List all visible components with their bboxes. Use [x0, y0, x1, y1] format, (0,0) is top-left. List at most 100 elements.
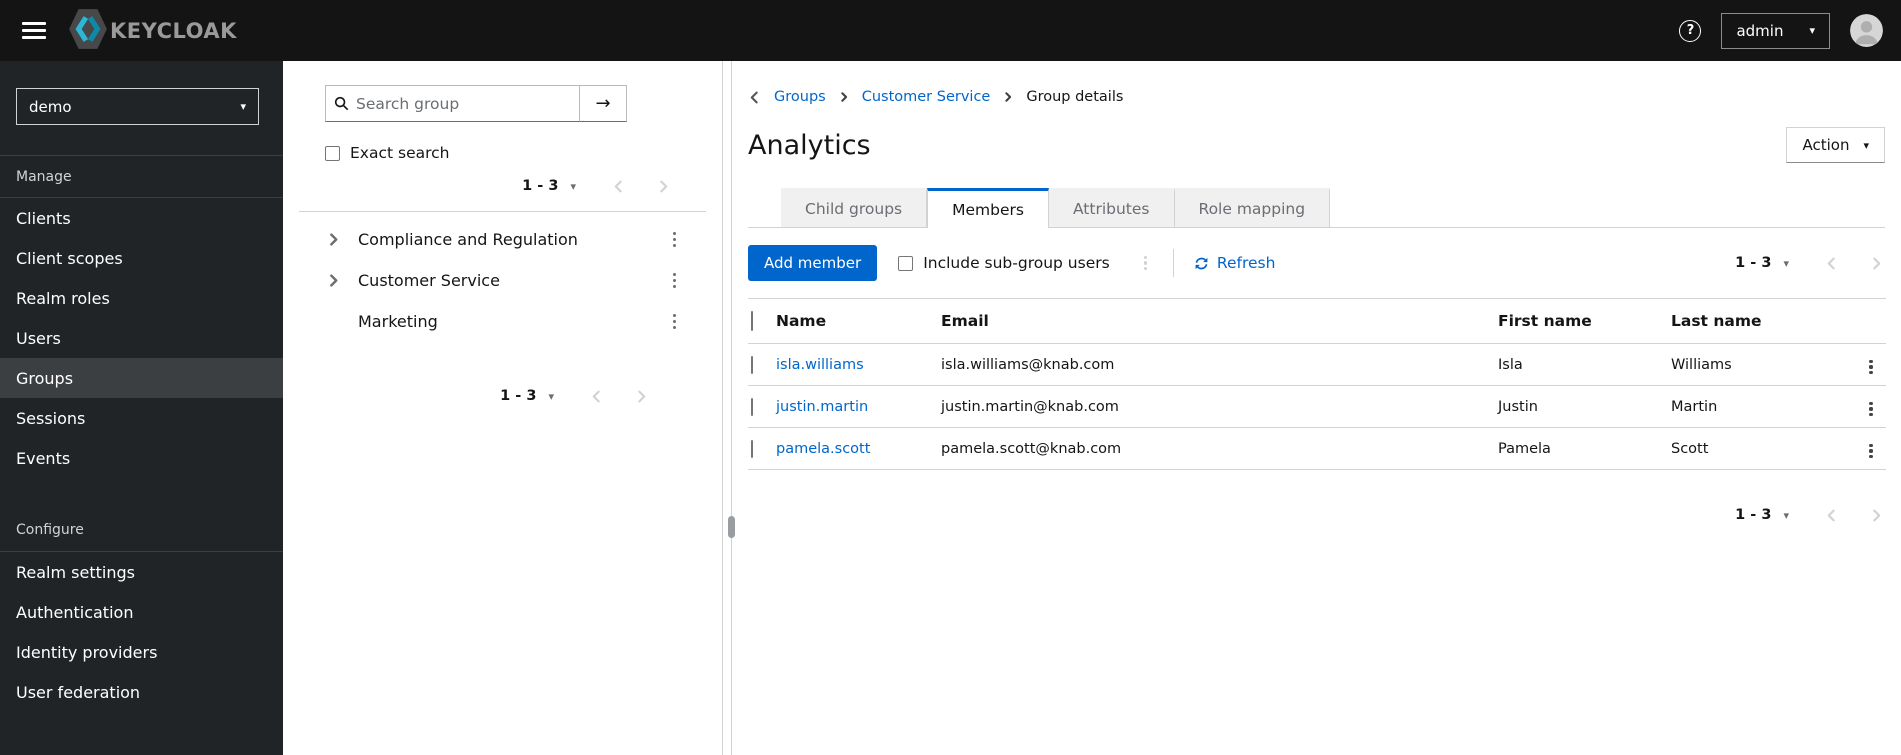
- sidebar-item-user-federation[interactable]: User federation: [0, 672, 283, 712]
- table-row: isla.williams isla.williams@knab.com Isl…: [748, 343, 1886, 386]
- kebab-menu-icon[interactable]: [667, 228, 682, 251]
- row-kebab-menu-icon[interactable]: [1863, 398, 1878, 421]
- row-checkbox[interactable]: [751, 397, 753, 416]
- nav-section-manage: Manage: [0, 155, 283, 198]
- group-search-input[interactable]: [356, 94, 571, 113]
- tree-divider: [299, 211, 706, 212]
- pagination-range: 1 - 3: [1735, 507, 1772, 523]
- breadcrumb-customer-service-link[interactable]: Customer Service: [862, 89, 991, 105]
- pagination-next-button[interactable]: [1870, 509, 1883, 522]
- column-header-last-name: Last name: [1671, 298, 1856, 344]
- pagination-range: 1 - 3: [500, 388, 537, 404]
- sidebar-item-label: Authentication: [16, 602, 134, 622]
- caret-down-icon: ▾: [240, 100, 246, 113]
- sidebar-item-clients[interactable]: Clients: [0, 198, 283, 238]
- exact-search: Exact search: [325, 144, 722, 162]
- tab-role-mapping[interactable]: Role mapping: [1174, 188, 1331, 227]
- pagination-prev-button[interactable]: [590, 390, 603, 403]
- member-email: justin.martin@knab.com: [941, 385, 1498, 428]
- member-name-link[interactable]: pamela.scott: [776, 441, 870, 457]
- keycloak-logo: KEYCLOAK: [68, 7, 237, 55]
- brand-text: KEYCLOAK: [110, 18, 237, 43]
- refresh-button[interactable]: Refresh: [1194, 254, 1275, 272]
- panel-resizer: [723, 61, 740, 755]
- panel-resize-handle[interactable]: [728, 516, 735, 538]
- group-search: →: [325, 85, 627, 122]
- group-label[interactable]: Compliance and Regulation: [358, 230, 578, 249]
- breadcrumb: Groups Customer Service Group details: [748, 89, 1885, 105]
- pagination-options-toggle[interactable]: ▾: [1783, 509, 1789, 522]
- chevron-right-icon: [839, 92, 849, 102]
- caret-down-icon: ▾: [1809, 24, 1815, 37]
- refresh-icon: [1194, 256, 1209, 271]
- group-label[interactable]: Marketing: [358, 312, 438, 331]
- tab-members[interactable]: Members: [927, 188, 1049, 228]
- row-kebab-menu-icon[interactable]: [1863, 356, 1878, 379]
- row-checkbox[interactable]: [751, 355, 753, 374]
- question-mark: ?: [1686, 23, 1695, 38]
- exact-search-checkbox[interactable]: [325, 145, 340, 161]
- include-subgroups-label: Include sub-group users: [923, 254, 1110, 272]
- pagination-range: 1 - 3: [522, 178, 559, 194]
- tab-label: Members: [952, 200, 1024, 219]
- tab-child-groups[interactable]: Child groups: [781, 188, 928, 227]
- breadcrumb-back-icon[interactable]: [748, 91, 761, 104]
- members-toolbar: Add member Include sub-group users Refre…: [748, 228, 1885, 298]
- sidebar-item-identity-providers[interactable]: Identity providers: [0, 632, 283, 672]
- chevron-right-icon[interactable]: [327, 274, 341, 287]
- kebab-menu-icon[interactable]: [667, 310, 682, 333]
- tab-attributes[interactable]: Attributes: [1048, 188, 1175, 227]
- avatar[interactable]: [1850, 14, 1883, 47]
- group-tree-item[interactable]: Customer Service: [283, 260, 722, 301]
- sidebar-item-label: Clients: [16, 208, 71, 228]
- toolbar-kebab-menu-icon[interactable]: [1138, 252, 1153, 275]
- member-name-link[interactable]: isla.williams: [776, 357, 864, 373]
- member-first-name: Isla: [1498, 343, 1671, 386]
- group-label[interactable]: Customer Service: [358, 271, 500, 290]
- group-tree-item[interactable]: Marketing: [283, 301, 722, 342]
- action-dropdown[interactable]: Action ▾: [1786, 127, 1885, 163]
- search-submit-button[interactable]: →: [580, 85, 627, 122]
- pagination-next-button[interactable]: [657, 180, 670, 193]
- tab-label: Attributes: [1072, 200, 1150, 218]
- nav-section-label: Configure: [16, 522, 84, 538]
- caret-down-icon: ▾: [1863, 138, 1869, 152]
- pagination-next-button[interactable]: [1870, 257, 1883, 270]
- sidebar-item-client-scopes[interactable]: Client scopes: [0, 238, 283, 278]
- pagination-next-button[interactable]: [635, 390, 648, 403]
- nav-toggle-button[interactable]: [22, 22, 46, 39]
- realm-select[interactable]: demo ▾: [16, 88, 259, 125]
- group-tree-panel: → Exact search 1 - 3 ▾: [283, 61, 723, 755]
- sidebar-item-realm-roles[interactable]: Realm roles: [0, 278, 283, 318]
- sidebar-item-sessions[interactable]: Sessions: [0, 398, 283, 438]
- keycloak-logo-icon: [68, 7, 108, 55]
- column-header-first-name: First name: [1498, 298, 1671, 344]
- member-name-link[interactable]: justin.martin: [776, 399, 868, 415]
- pagination-options-toggle[interactable]: ▾: [1783, 257, 1789, 270]
- kebab-menu-icon[interactable]: [667, 269, 682, 292]
- nav-section-label: Manage: [16, 168, 72, 185]
- pagination-options-toggle[interactable]: ▾: [548, 390, 554, 403]
- sidebar-item-realm-settings[interactable]: Realm settings: [0, 552, 283, 592]
- user-menu-dropdown[interactable]: admin ▾: [1721, 12, 1830, 49]
- help-icon[interactable]: ?: [1679, 19, 1702, 42]
- row-kebab-menu-icon[interactable]: [1863, 440, 1878, 463]
- row-checkbox[interactable]: [751, 439, 753, 458]
- select-all-checkbox[interactable]: [751, 311, 753, 331]
- sidebar-item-label: Sessions: [16, 408, 86, 428]
- sidebar-item-label: Users: [16, 328, 61, 348]
- sidebar-item-events[interactable]: Events: [0, 438, 283, 478]
- pagination-prev-button[interactable]: [1825, 509, 1838, 522]
- breadcrumb-groups-link[interactable]: Groups: [774, 89, 826, 105]
- include-subgroups-checkbox[interactable]: [898, 255, 914, 271]
- username: admin: [1736, 21, 1784, 40]
- pagination-prev-button[interactable]: [1825, 257, 1838, 270]
- chevron-right-icon[interactable]: [327, 233, 341, 246]
- pagination-prev-button[interactable]: [612, 180, 625, 193]
- pagination-options-toggle[interactable]: ▾: [570, 180, 576, 193]
- group-tree-item[interactable]: Compliance and Regulation: [283, 219, 722, 260]
- sidebar-item-users[interactable]: Users: [0, 318, 283, 358]
- sidebar-item-authentication[interactable]: Authentication: [0, 592, 283, 632]
- sidebar-item-groups[interactable]: Groups: [0, 358, 283, 398]
- add-member-button[interactable]: Add member: [748, 245, 878, 281]
